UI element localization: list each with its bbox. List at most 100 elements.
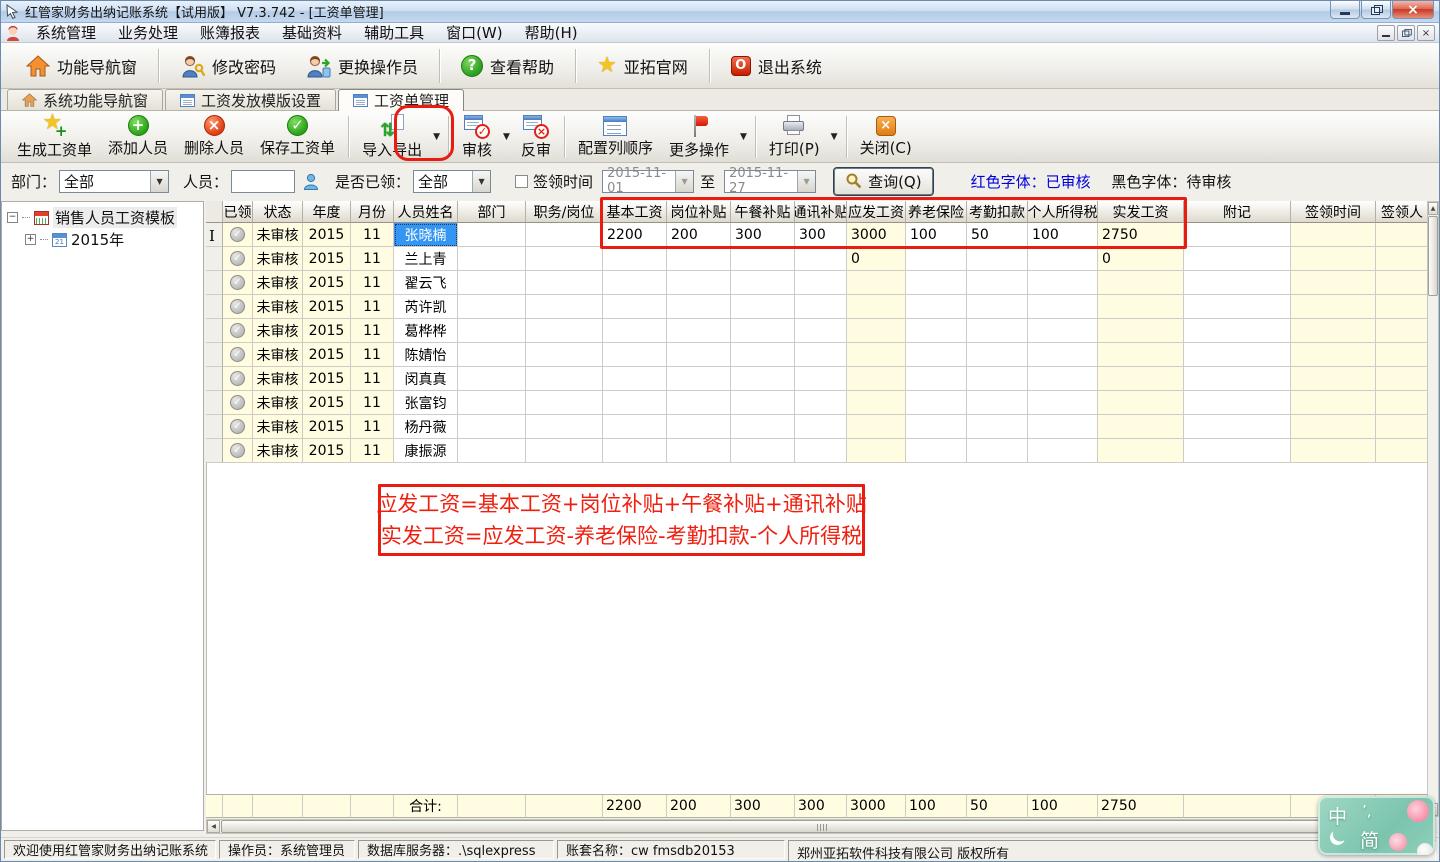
cell-comm_allow[interactable] [795,439,847,463]
row-selector[interactable] [206,247,223,271]
cell-signer[interactable] [1376,391,1429,415]
cell-post_allow[interactable] [667,247,731,271]
cell-gross[interactable]: 3000 [847,223,906,247]
scroll-left-icon[interactable]: ◀ [207,820,220,833]
row-selector[interactable] [206,295,223,319]
cell-tax[interactable] [1028,391,1098,415]
cell-year[interactable]: 2015 [303,271,351,295]
select-all-corner[interactable] [206,201,223,223]
cell-attendance[interactable] [967,439,1028,463]
cell-signer[interactable] [1376,271,1429,295]
cell-net[interactable] [1098,295,1184,319]
cell-dept[interactable] [458,319,526,343]
person-icon[interactable] [303,173,319,190]
row-selector[interactable] [206,343,223,367]
cell-month[interactable]: 11 [351,319,394,343]
expand-icon[interactable]: + [25,234,36,245]
cell-received[interactable]: ✓ [223,415,253,439]
tree-node-label[interactable]: 2015年 [71,229,124,250]
cell-sign_time[interactable] [1291,343,1376,367]
cell-post_allow[interactable] [667,439,731,463]
cell-attendance[interactable]: 50 [967,223,1028,247]
cell-signer[interactable] [1376,295,1429,319]
cell-pension[interactable] [906,367,967,391]
horizontal-scroll-thumb[interactable] [221,820,1412,833]
cell-received[interactable]: ✓ [223,319,253,343]
action-button-导入导出[interactable]: ⇅导入导出 [354,113,430,161]
cell-name[interactable]: 康振源 [394,439,458,463]
vertical-scroll-thumb[interactable] [1428,216,1438,296]
cell-sign_time[interactable] [1291,295,1376,319]
cell-dept[interactable] [458,367,526,391]
cell-signer[interactable] [1376,439,1429,463]
cell-status[interactable]: 未审核 [253,343,303,367]
column-header-comm_allow[interactable]: 通讯补贴 [795,201,847,223]
column-header-name[interactable]: 人员姓名 [394,201,458,223]
column-header-attendance[interactable]: 考勤扣款 [967,201,1028,223]
cell-post_allow[interactable] [667,295,731,319]
cell-status[interactable]: 未审核 [253,223,303,247]
cell-post_allow[interactable] [667,391,731,415]
cell-name[interactable]: 张富钧 [394,391,458,415]
ime-simplified-indicator[interactable]: 简 [1360,826,1379,853]
dropdown-arrow-icon[interactable]: ▼ [503,132,510,142]
cell-signer[interactable] [1376,367,1429,391]
row-selector[interactable] [206,367,223,391]
mdi-restore-button[interactable] [1397,25,1415,41]
cell-pension[interactable] [906,295,967,319]
cell-month[interactable]: 11 [351,271,394,295]
cell-received[interactable]: ✓ [223,343,253,367]
cell-position[interactable] [526,295,603,319]
dropdown-arrow-icon[interactable]: ▼ [433,132,440,142]
ime-punctuation-indicator[interactable]: ’, [1362,802,1372,820]
menu-item-4[interactable]: 辅助工具 [353,23,435,43]
cell-base[interactable] [603,271,667,295]
cell-gross[interactable] [847,271,906,295]
cell-year[interactable]: 2015 [303,439,351,463]
toolbar-button-查看帮助[interactable]: ?查看帮助 [446,47,569,85]
dropdown-arrow-icon[interactable]: ▼ [831,132,838,142]
cell-comm_allow[interactable] [795,271,847,295]
column-header-note[interactable]: 附记 [1184,201,1291,223]
chevron-down-icon[interactable]: ▼ [472,171,490,192]
action-button-删除人员[interactable]: ×删除人员 [176,113,252,161]
cell-comm_allow[interactable] [795,247,847,271]
cell-pension[interactable] [906,319,967,343]
toolbar-button-修改密码[interactable]: 修改密码 [165,47,291,85]
cell-comm_allow[interactable] [795,319,847,343]
cell-dept[interactable] [458,223,526,247]
cell-post_allow[interactable]: 200 [667,223,731,247]
cell-month[interactable]: 11 [351,295,394,319]
tree-node-year[interactable]: + 2015年 [2,231,203,248]
cell-lunch_allow[interactable] [731,367,795,391]
cell-dept[interactable] [458,295,526,319]
cell-lunch_allow[interactable] [731,295,795,319]
date-to-picker[interactable]: 2015-11-27 ▼ [724,170,816,193]
cell-status[interactable]: 未审核 [253,319,303,343]
column-header-post_allow[interactable]: 岗位补贴 [667,201,731,223]
column-header-dept[interactable]: 部门 [458,201,526,223]
dept-combobox[interactable]: 全部 ▼ [59,170,169,193]
toolbar-button-退出系统[interactable]: O退出系统 [716,47,837,85]
column-header-lunch_allow[interactable]: 午餐补贴 [731,201,795,223]
cell-lunch_allow[interactable] [731,439,795,463]
query-button[interactable]: 查询(Q) [834,168,933,195]
cell-pension[interactable]: 100 [906,223,967,247]
cell-net[interactable] [1098,343,1184,367]
cell-signer[interactable] [1376,415,1429,439]
horizontal-scrollbar[interactable]: ◀ ▶ [206,819,1427,834]
cell-status[interactable]: 未审核 [253,295,303,319]
toolbar-button-更换操作员[interactable]: 更换操作员 [291,47,433,85]
cell-year[interactable]: 2015 [303,223,351,247]
cell-tax[interactable] [1028,439,1098,463]
person-input[interactable] [231,170,295,193]
cell-net[interactable]: 2750 [1098,223,1184,247]
cell-net[interactable] [1098,439,1184,463]
cell-note[interactable] [1184,247,1291,271]
tab-工资单管理[interactable]: 工资单管理 [338,89,464,111]
cell-attendance[interactable] [967,319,1028,343]
cell-gross[interactable] [847,415,906,439]
cell-net[interactable] [1098,271,1184,295]
cell-received[interactable]: ✓ [223,247,253,271]
cell-received[interactable]: ✓ [223,271,253,295]
